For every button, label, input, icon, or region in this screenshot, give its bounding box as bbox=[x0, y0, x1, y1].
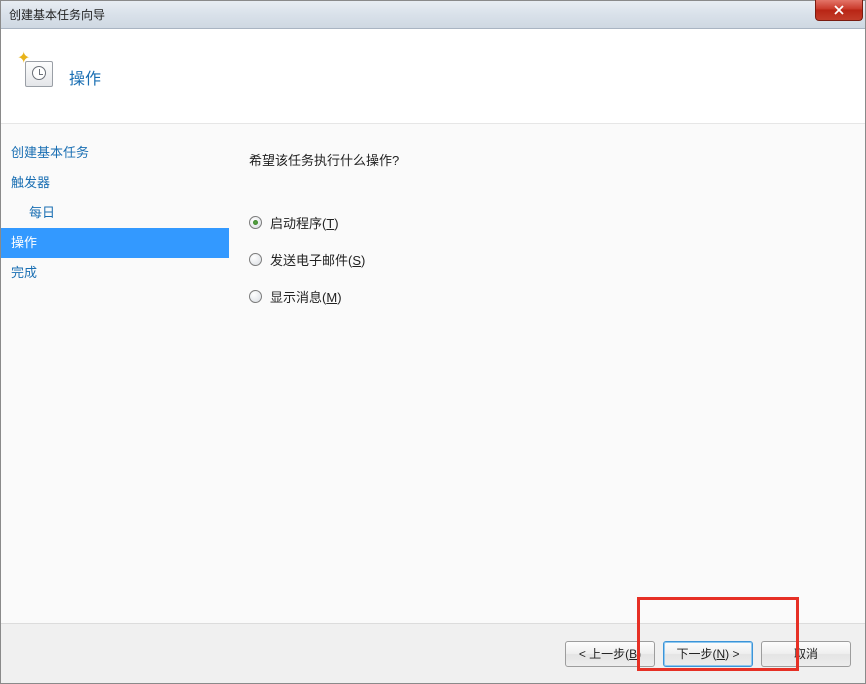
close-button[interactable] bbox=[815, 0, 863, 21]
sidebar-item-label: 每日 bbox=[29, 205, 55, 220]
cancel-label: 取消 bbox=[794, 647, 818, 661]
wizard-window: 创建基本任务向导 ✦ 操作 创建基本任务触发器每日操作完成 希望该任务执行什么操… bbox=[0, 0, 866, 684]
footer: < 上一步(B) 下一步(N) > 取消 bbox=[1, 623, 865, 683]
sidebar-item-2[interactable]: 每日 bbox=[1, 198, 229, 228]
back-label-pre: < 上一步( bbox=[579, 647, 629, 661]
sidebar-item-label: 操作 bbox=[11, 235, 37, 250]
titlebar: 创建基本任务向导 bbox=[1, 1, 865, 29]
next-button[interactable]: 下一步(N) > bbox=[663, 641, 753, 667]
sidebar-item-1[interactable]: 触发器 bbox=[1, 168, 229, 198]
sidebar: 创建基本任务触发器每日操作完成 bbox=[1, 124, 229, 623]
body: 创建基本任务触发器每日操作完成 希望该任务执行什么操作? 启动程序(T) 发送电子… bbox=[1, 123, 865, 623]
sidebar-item-4[interactable]: 完成 bbox=[1, 258, 229, 288]
option-label: 启动程序(T) bbox=[270, 213, 339, 232]
content: 希望该任务执行什么操作? 启动程序(T) 发送电子邮件(S) 显示消息(M) bbox=[229, 124, 865, 623]
cancel-button[interactable]: 取消 bbox=[761, 641, 851, 667]
radio-icon bbox=[249, 216, 262, 229]
page-title: 操作 bbox=[69, 49, 101, 89]
next-label-pre: 下一步( bbox=[676, 647, 716, 661]
header: ✦ 操作 bbox=[1, 29, 865, 123]
action-option-0[interactable]: 启动程序(T) bbox=[249, 213, 845, 232]
radio-icon bbox=[249, 290, 262, 303]
action-prompt: 希望该任务执行什么操作? bbox=[249, 150, 845, 169]
sidebar-item-0[interactable]: 创建基本任务 bbox=[1, 138, 229, 168]
close-icon bbox=[833, 4, 845, 16]
action-option-1[interactable]: 发送电子邮件(S) bbox=[249, 250, 845, 269]
wizard-clock-icon: ✦ bbox=[19, 53, 55, 89]
back-button[interactable]: < 上一步(B) bbox=[565, 641, 655, 667]
sidebar-item-label: 创建基本任务 bbox=[11, 145, 89, 160]
next-shortcut: N bbox=[716, 647, 725, 661]
option-label: 发送电子邮件(S) bbox=[270, 250, 365, 269]
back-label-post: ) bbox=[637, 647, 641, 661]
radio-icon bbox=[249, 253, 262, 266]
option-label: 显示消息(M) bbox=[270, 287, 342, 306]
action-option-2[interactable]: 显示消息(M) bbox=[249, 287, 845, 306]
sidebar-item-3[interactable]: 操作 bbox=[1, 228, 229, 258]
window-title: 创建基本任务向导 bbox=[9, 6, 105, 23]
sidebar-item-label: 完成 bbox=[11, 265, 37, 280]
next-label-post: ) > bbox=[725, 647, 739, 661]
back-shortcut: B bbox=[629, 647, 637, 661]
sidebar-item-label: 触发器 bbox=[11, 175, 50, 190]
